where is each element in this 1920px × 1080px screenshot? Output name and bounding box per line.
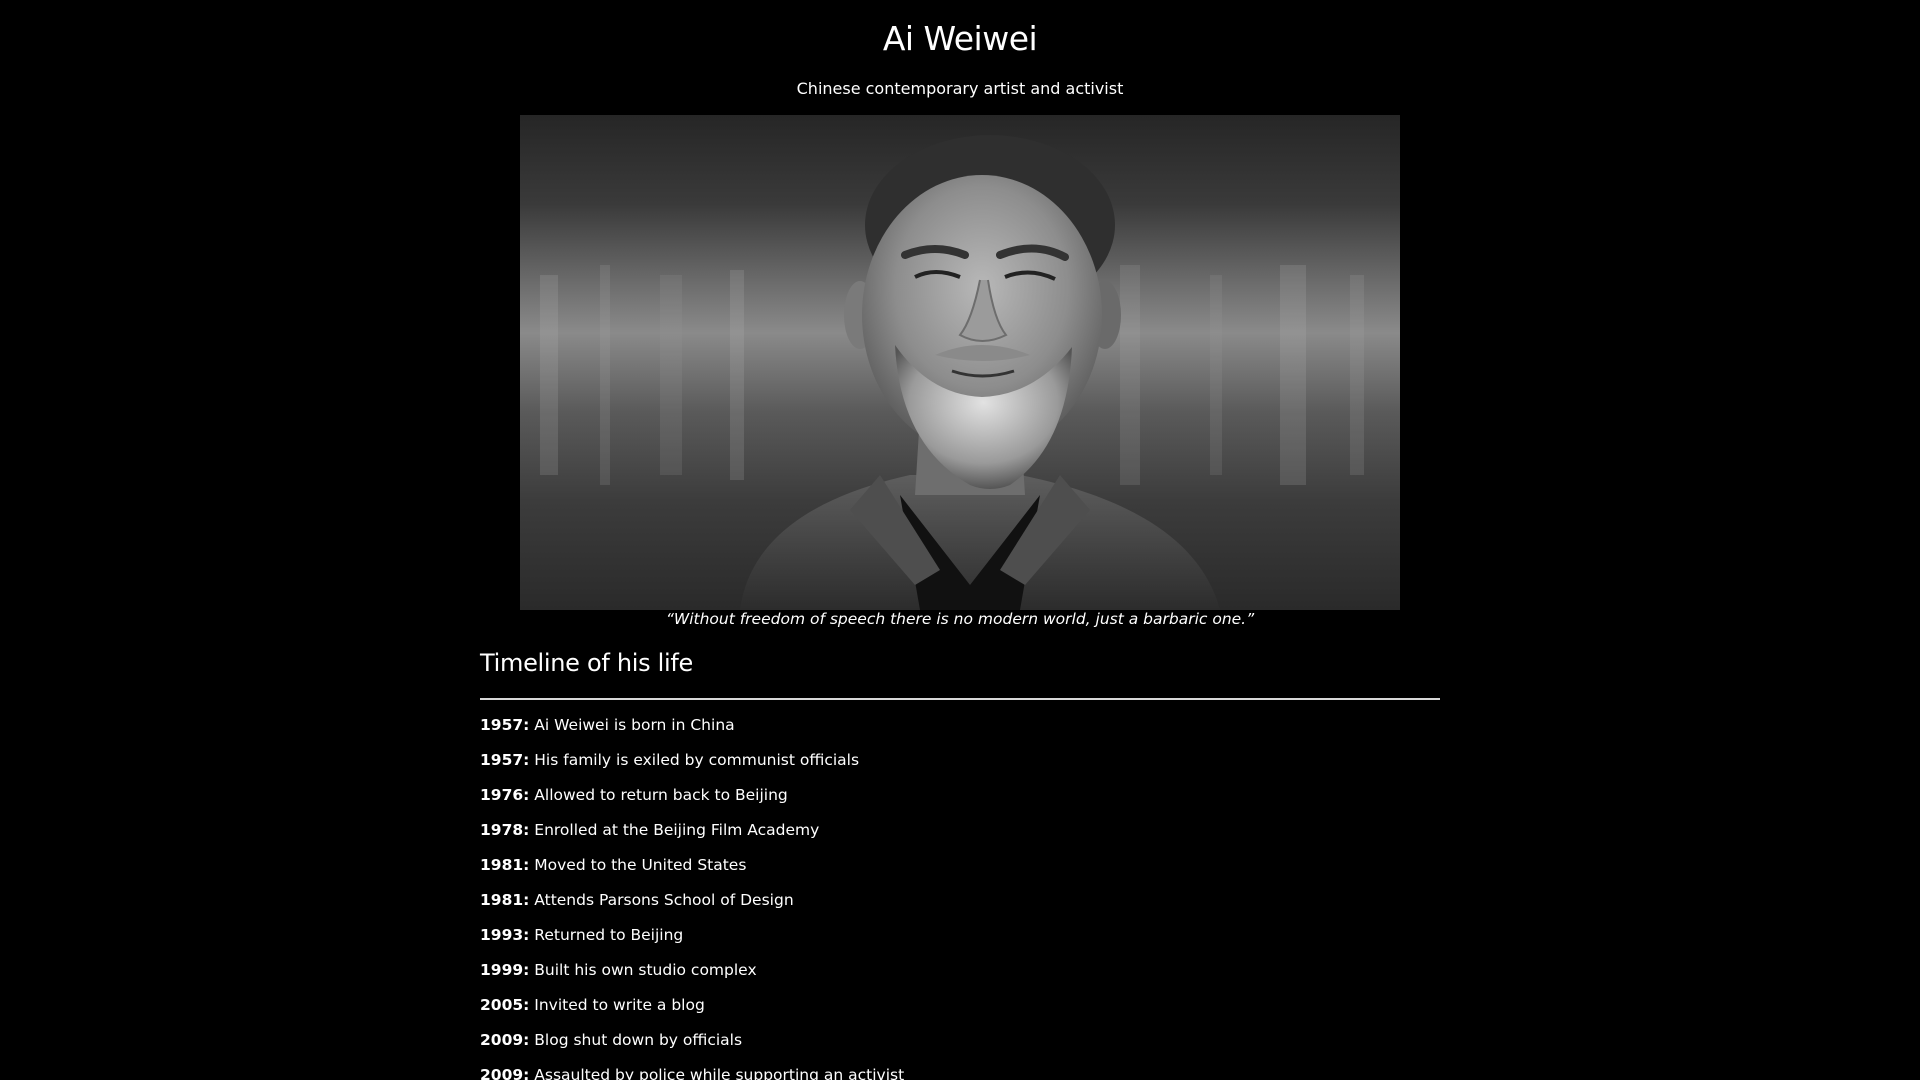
page-title: Ai Weiwei: [882, 19, 1038, 58]
timeline-year: 1981:: [480, 891, 530, 909]
timeline-item: 1999: Built his own studio complex: [480, 958, 904, 993]
timeline-year: 2009:: [480, 1066, 530, 1080]
timeline-item: 2005: Invited to write a blog: [480, 993, 904, 1028]
timeline-year: 1981:: [480, 856, 530, 874]
timeline-event: Assaulted by police while supporting an …: [534, 1066, 905, 1080]
timeline-year: 1978:: [480, 821, 530, 839]
timeline-year: 1993:: [480, 926, 530, 944]
timeline-item: 2009: Blog shut down by officials: [480, 1028, 904, 1063]
timeline-event: Attends Parsons School of Design: [534, 891, 794, 909]
timeline-year: 1976:: [480, 786, 530, 804]
timeline-year: 2005:: [480, 996, 530, 1014]
timeline-event: His family is exiled by communist offici…: [534, 751, 860, 769]
timeline-year: 1957:: [480, 716, 530, 734]
timeline-item: 1976: Allowed to return back to Beijing: [480, 783, 904, 818]
timeline-item: 1978: Enrolled at the Beijing Film Acade…: [480, 818, 904, 853]
timeline-item: 1957: His family is exiled by communist …: [480, 748, 904, 783]
timeline-item: 1981: Moved to the United States: [480, 853, 904, 888]
timeline-item: 1981: Attends Parsons School of Design: [480, 888, 904, 923]
timeline-event: Allowed to return back to Beijing: [534, 786, 788, 804]
timeline-event: Enrolled at the Beijing Film Academy: [534, 821, 820, 839]
portrait-image: [520, 115, 1400, 610]
timeline-event: Moved to the United States: [534, 856, 747, 874]
timeline-year: 1999:: [480, 961, 530, 979]
timeline-heading: Timeline of his life: [480, 649, 694, 677]
timeline-event: Invited to write a blog: [534, 996, 705, 1014]
timeline-item: 1957: Ai Weiwei is born in China: [480, 713, 904, 748]
page-subtitle: Chinese contemporary artist and activist: [796, 79, 1124, 98]
timeline-year: 1957:: [480, 751, 530, 769]
section-divider: [480, 698, 1440, 700]
timeline-year: 2009:: [480, 1031, 530, 1049]
timeline-event: Returned to Beijing: [534, 926, 684, 944]
timeline-item: 1993: Returned to Beijing: [480, 923, 904, 958]
timeline-event: Built his own studio complex: [534, 961, 757, 979]
portrait-caption-quote: “Without freedom of speech there is no m…: [665, 610, 1255, 628]
timeline-list: 1957: Ai Weiwei is born in China 1957: H…: [480, 713, 904, 1080]
timeline-event: Ai Weiwei is born in China: [534, 716, 735, 734]
portrait-photo-icon: [540, 135, 1364, 610]
tribute-page: Ai Weiwei Chinese contemporary artist an…: [0, 0, 1920, 1080]
timeline-item: 2009: Assaulted by police while supporti…: [480, 1063, 904, 1080]
timeline-event: Blog shut down by officials: [534, 1031, 743, 1049]
